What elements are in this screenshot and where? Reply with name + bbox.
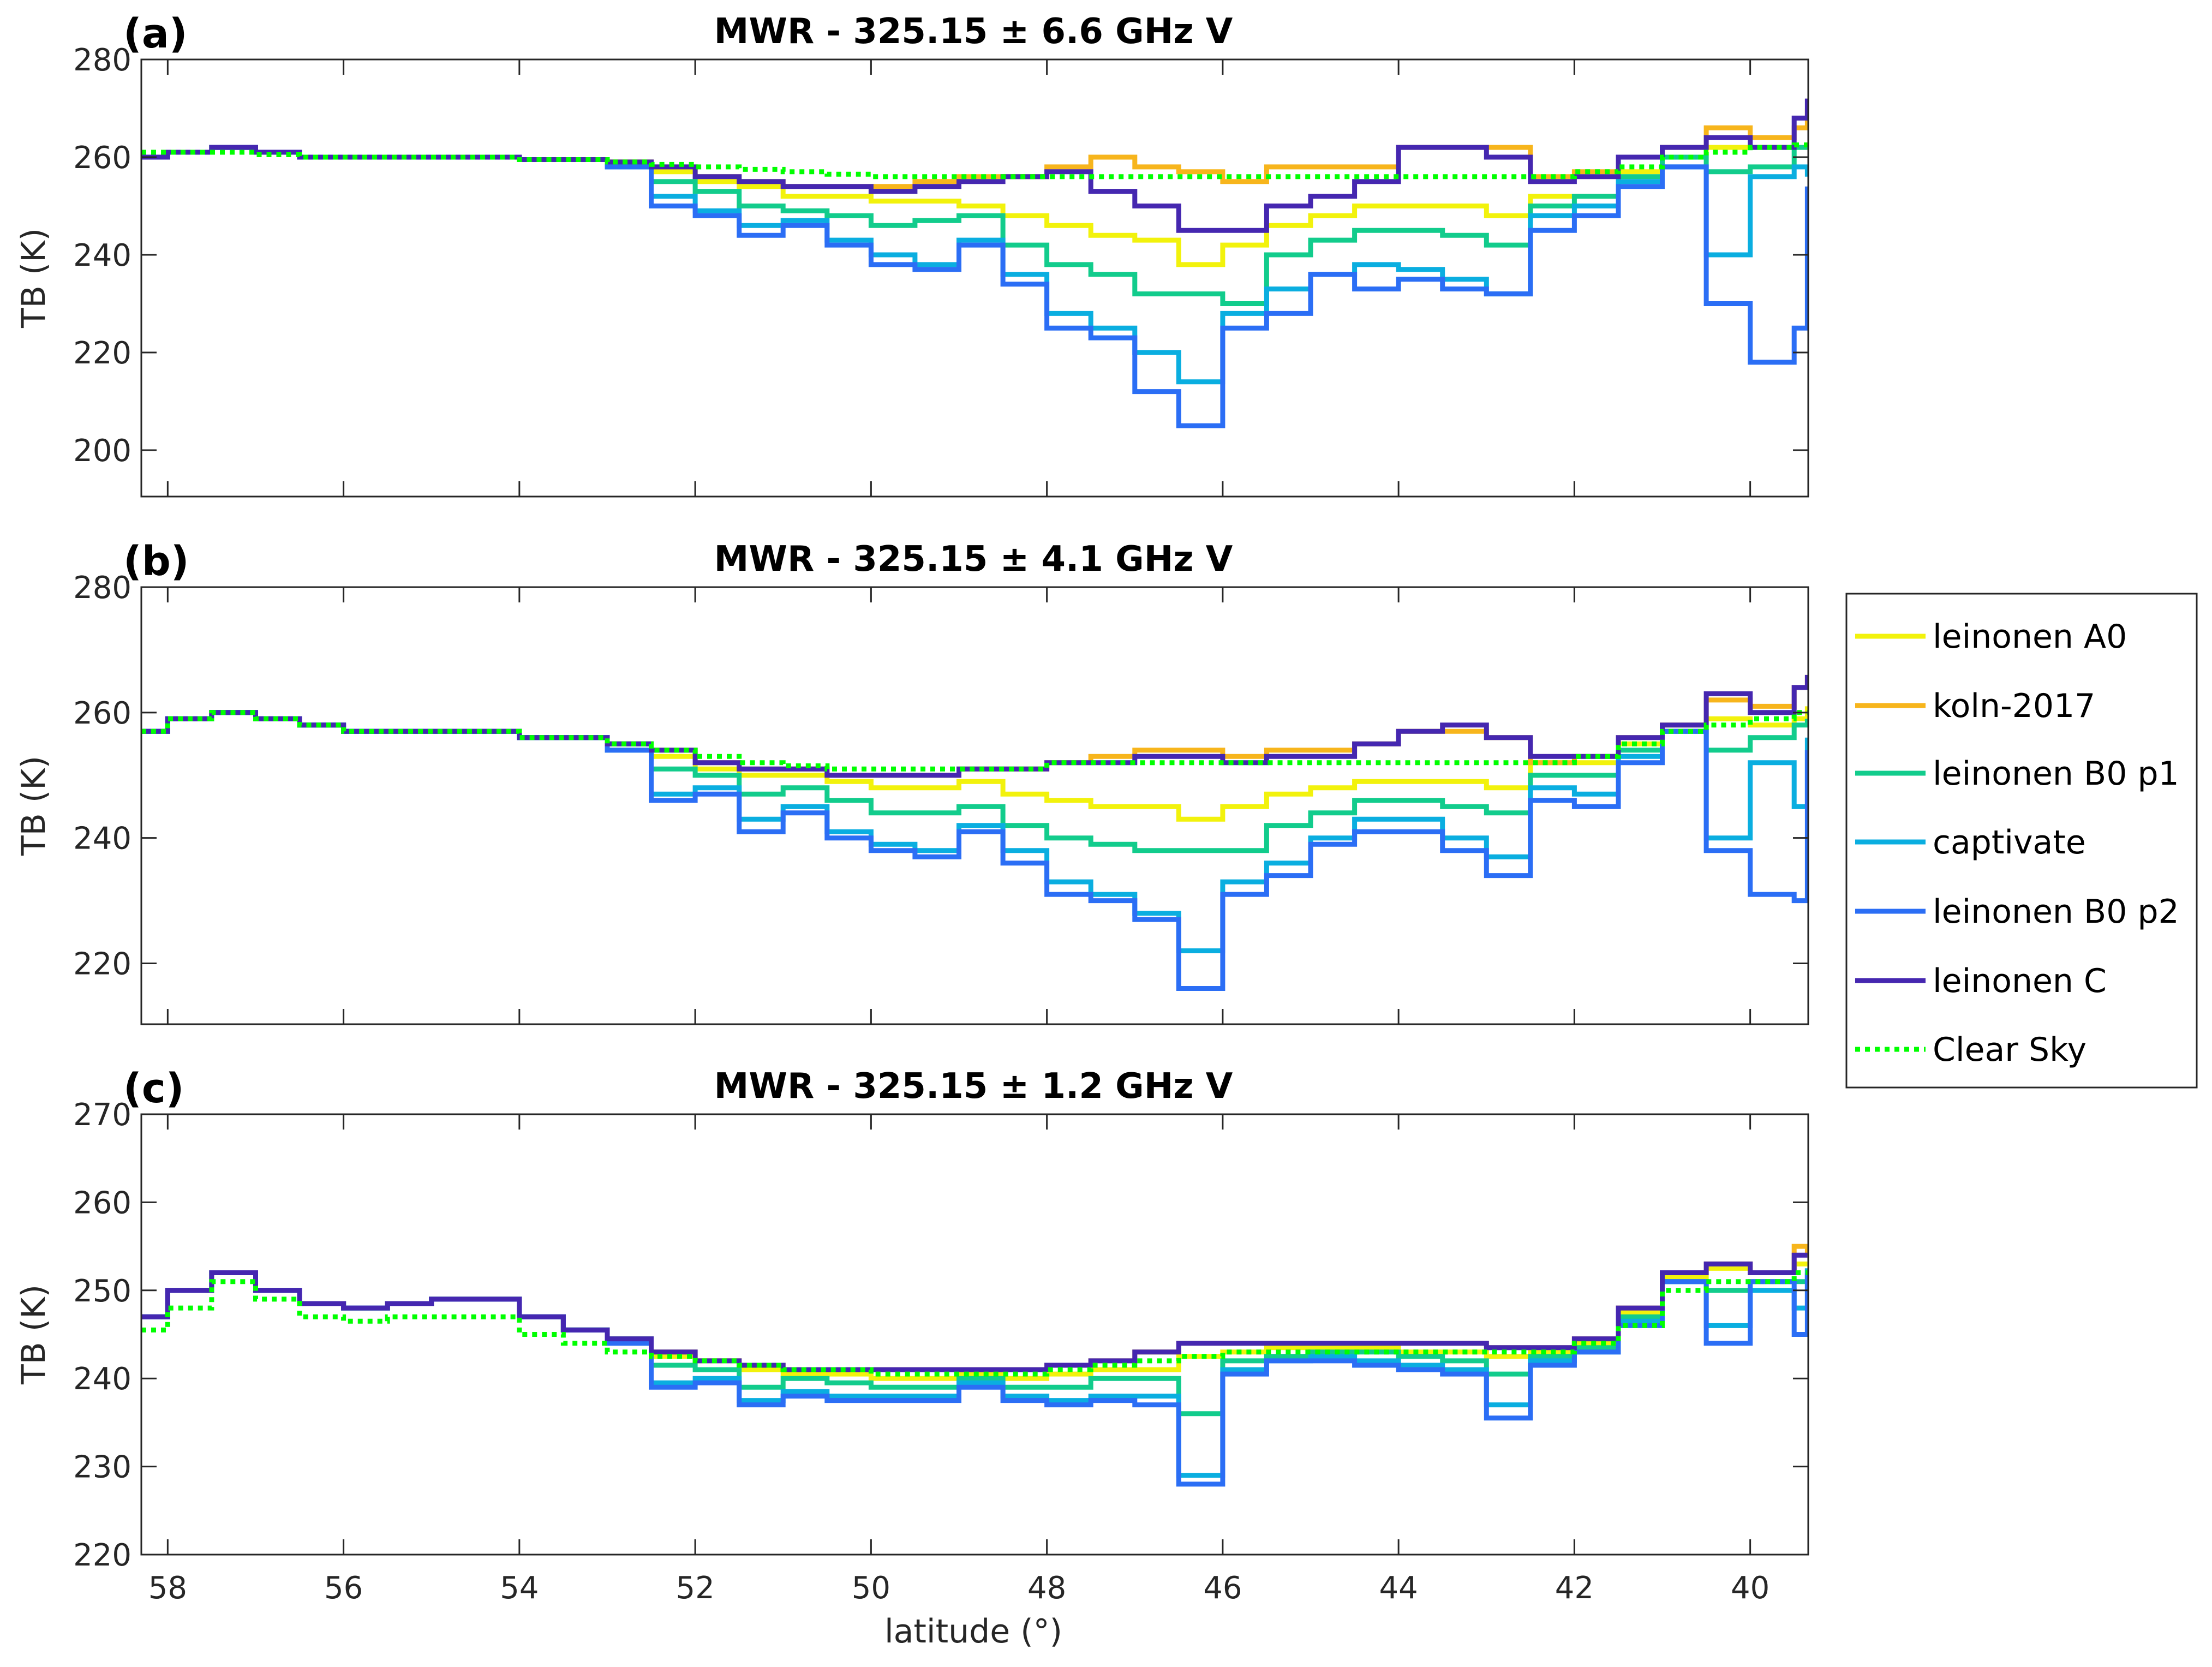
y-tick-label: 260 [73, 696, 131, 731]
x-axis-label: latitude (°) [884, 1612, 1062, 1651]
legend-label: leinonen A0 [1933, 618, 2127, 656]
panel-c: 220 230 240 250 260 270 58 56 54 52 50 48 46 44 42 40 TB… [15, 1065, 1809, 1606]
y-tick-label: 240 [73, 821, 131, 857]
panel-title: MWR - 325.15 ± 4.1 GHz V [714, 539, 1233, 579]
x-tick-label: 48 [1027, 1570, 1066, 1606]
y-tick-label: 280 [73, 43, 131, 78]
y-tick-label: 240 [73, 1361, 131, 1397]
legend-label: leinonen B0 p1 [1933, 755, 2179, 793]
legend-label: koln-2017 [1933, 687, 2095, 725]
legend-label: leinonen B0 p2 [1933, 893, 2179, 931]
y-tick-label: 270 [73, 1097, 131, 1133]
legend: leinonen A0 koln-2017 leinonen B0 p1 captiv… [1845, 593, 2198, 1089]
plot-area [141, 59, 1808, 497]
x-tick-label: 40 [1731, 1570, 1769, 1606]
y-tick-label: 260 [73, 1185, 131, 1221]
x-tick-label: 44 [1379, 1570, 1418, 1606]
y-tick-label: 240 [73, 238, 131, 273]
x-tick-label: 52 [675, 1570, 714, 1606]
brightness-temperature-figure: 200 220 240 260 280 TB (K) MWR - 325.15 ± 6.6 … [15, 10, 2198, 1651]
x-tick-label: 42 [1555, 1570, 1594, 1606]
plot-area [141, 1114, 1808, 1555]
y-tick-label: 280 [73, 570, 131, 606]
panel-title: MWR - 325.15 ± 1.2 GHz V [714, 1066, 1233, 1107]
y-tick-label: 220 [73, 1538, 131, 1573]
x-tick-label: 56 [324, 1570, 363, 1606]
x-tick-label: 58 [148, 1570, 187, 1606]
y-tick-label: 220 [73, 336, 131, 371]
y-axis-label: TB (K) [15, 1284, 53, 1385]
panel-label: (b) [123, 538, 189, 585]
x-tick-label: 50 [852, 1570, 890, 1606]
x-tick-label: 46 [1203, 1570, 1242, 1606]
y-tick-label: 200 [73, 433, 131, 469]
panel-label: (c) [123, 1065, 184, 1112]
legend-label: captivate [1933, 823, 2086, 862]
y-tick-label: 260 [73, 140, 131, 176]
x-tick-label: 54 [500, 1570, 539, 1606]
y-tick-label: 230 [73, 1450, 131, 1485]
legend-label: Clear Sky [1933, 1031, 2087, 1069]
y-tick-label: 250 [73, 1274, 131, 1309]
y-axis-label: TB (K) [15, 228, 53, 328]
panel-b: 220 240 260 280 TB (K) MWR - 325.15 ± 4.1 GHz… [15, 538, 1809, 1025]
panel-label: (a) [123, 10, 188, 57]
panel-title: MWR - 325.15 ± 6.6 GHz V [714, 11, 1233, 52]
y-axis-label: TB (K) [15, 756, 53, 856]
y-tick-label: 220 [73, 947, 131, 982]
panel-a: 200 220 240 260 280 TB (K) MWR - 325.15 ± 6.6 … [15, 10, 1809, 498]
legend-label: leinonen C [1933, 962, 2107, 1000]
